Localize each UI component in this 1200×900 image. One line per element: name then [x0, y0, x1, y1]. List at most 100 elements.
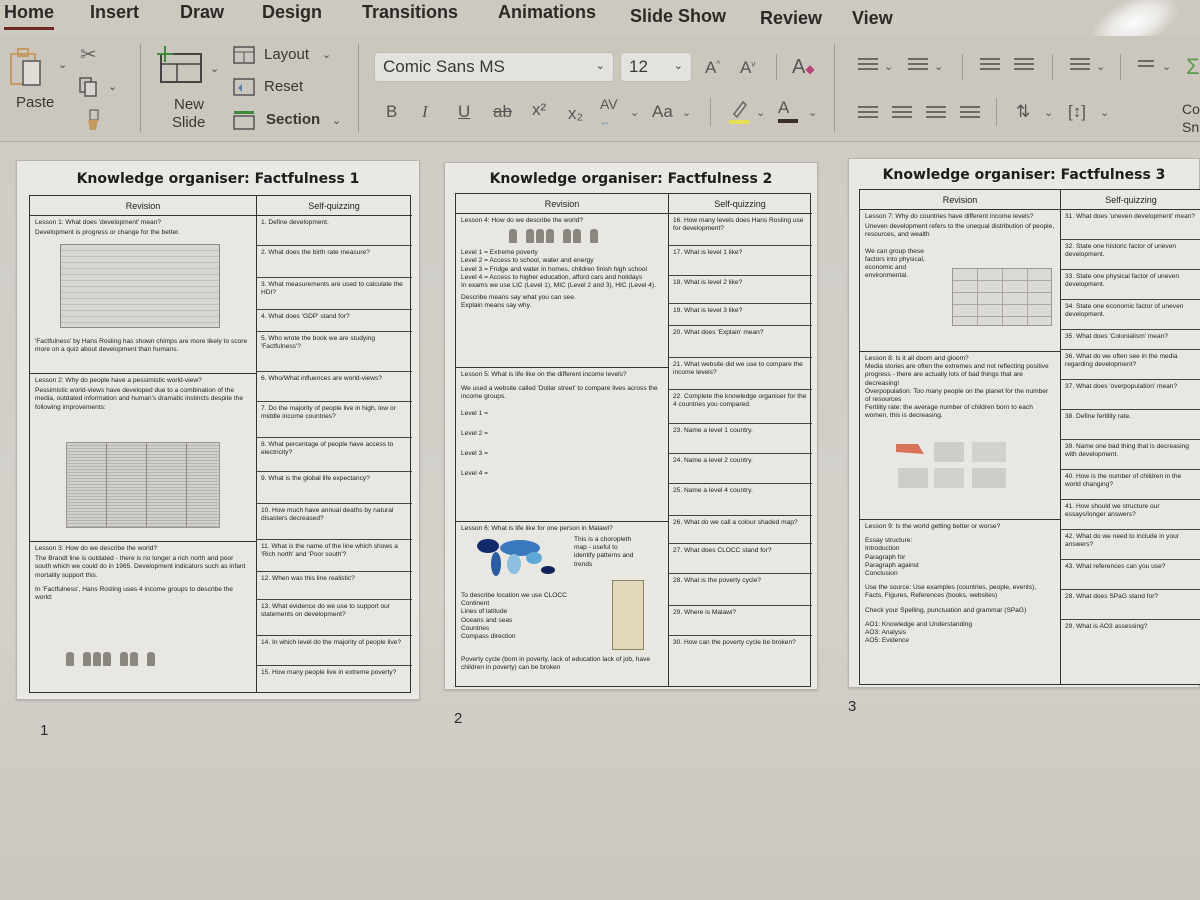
grow-font-icon[interactable]: A^	[705, 58, 720, 78]
quiz-question: 35. What does 'Colonialism' mean?	[1060, 330, 1200, 350]
slide-number-1: 1	[40, 722, 49, 739]
new-slide-dropdown-chevron-icon[interactable]: ⌄	[210, 62, 219, 75]
align-text-icon[interactable]: [↕]	[1068, 102, 1086, 122]
quiz-question: 42. What do we need to include in your a…	[1060, 530, 1200, 560]
decrease-indent-icon[interactable]	[980, 58, 1000, 72]
change-case-button[interactable]: Aa	[652, 102, 673, 122]
underline-button[interactable]: U	[458, 102, 470, 122]
quiz-question: 43. What references can you use?	[1060, 560, 1200, 590]
align-left-icon[interactable]	[858, 106, 878, 120]
new-slide-icon[interactable]	[155, 46, 205, 86]
reset-icon[interactable]	[233, 78, 255, 96]
line-spacing-chevron-icon[interactable]: ⌄	[1096, 60, 1105, 73]
numbering-chevron-icon[interactable]: ⌄	[934, 60, 943, 73]
text-direction-icon[interactable]: ⇅	[1016, 102, 1030, 122]
strikethrough-button[interactable]: ab	[493, 102, 512, 122]
tab-design[interactable]: Design	[262, 2, 322, 23]
tab-slide-show[interactable]: Slide Show	[630, 6, 726, 27]
layout-dropdown-chevron-icon[interactable]: ⌄	[322, 48, 331, 61]
level-3-blank: Level 3 =	[461, 450, 488, 458]
smartart-icon[interactable]: Σ	[1186, 54, 1200, 80]
font-name-dropdown[interactable]: Comic Sans MS ⌄	[374, 52, 614, 82]
quiz-question: 26. What do we call a colour shaded map?	[668, 516, 812, 544]
lesson-text: Pessimistic world-views have developed d…	[35, 387, 243, 411]
section-icon[interactable]	[233, 110, 255, 130]
increase-indent-icon[interactable]	[1014, 58, 1034, 72]
quiz-question: 6. Who/What influences are world-views?	[256, 372, 412, 402]
lesson-text: Use the source: Use examples (countries,…	[865, 584, 1037, 600]
income-groups-figures-image	[509, 229, 663, 244]
superscript-button[interactable]: x²	[532, 100, 546, 120]
lesson-8-cell: Lesson 8: Is it all doom and gloom? Medi…	[860, 352, 1060, 520]
self-quizzing-header: Self-quizzing	[256, 196, 412, 216]
reset-label[interactable]: Reset	[264, 78, 303, 95]
lesson-text: Uneven development refers to the unequal…	[865, 223, 1055, 239]
section-label[interactable]: Section	[266, 111, 320, 128]
revision-header: Revision	[456, 194, 668, 214]
highlight-pen-icon[interactable]	[728, 98, 750, 126]
quiz-question: 9. What is the global life expectancy?	[256, 472, 412, 504]
slide-thumbnail-2[interactable]: Knowledge organiser: Factfulness 2 Revis…	[444, 162, 818, 690]
tab-insert[interactable]: Insert	[90, 2, 139, 23]
slide-thumbnail-1[interactable]: Knowledge organiser: Factfulness 1 Revis…	[16, 160, 420, 700]
malawi-map-image	[612, 580, 644, 650]
quiz-question: 33. State one physical factor of uneven …	[1060, 270, 1200, 300]
character-spacing-button[interactable]: AV ↔	[600, 96, 618, 128]
paste-dropdown-chevron-icon[interactable]: ⌄	[58, 58, 67, 71]
clipboard-icon	[10, 48, 41, 86]
change-case-chevron-icon[interactable]: ⌄	[682, 106, 691, 119]
lesson-heading: Lesson 8: Is it all doom and gloom?	[865, 355, 969, 362]
quiz-question: 41. How should we structure our essays/l…	[1060, 500, 1200, 530]
quiz-question: 15. How many people live in extreme pove…	[261, 669, 397, 676]
layout-icon[interactable]	[233, 46, 255, 64]
align-center-icon[interactable]	[892, 106, 912, 120]
bullets-list-icon[interactable]	[858, 58, 878, 72]
tab-animations[interactable]: Animations	[498, 2, 596, 23]
clear-formatting-icon[interactable]: A◆	[792, 56, 815, 79]
copy-icon[interactable]	[78, 76, 100, 98]
slide-thumbnail-3[interactable]: Knowledge organiser: Factfulness 3 Revis…	[848, 158, 1200, 688]
font-name-chevron-icon: ⌄	[595, 60, 605, 72]
layout-label[interactable]: Layout	[264, 46, 309, 63]
cut-scissors-icon[interactable]: ✂	[80, 42, 97, 67]
section-dropdown-chevron-icon[interactable]: ⌄	[332, 114, 341, 127]
columns-chevron-icon[interactable]: ⌄	[1162, 60, 1171, 73]
lesson-4-cell: Lesson 4: How do we describe the world? …	[456, 214, 668, 368]
lesson-text: AO3: Analysis	[865, 629, 907, 637]
format-painter-brush-icon[interactable]	[82, 108, 104, 132]
character-spacing-chevron-icon[interactable]: ⌄	[630, 106, 639, 119]
align-right-icon[interactable]	[926, 106, 946, 120]
ribbon-separator	[776, 54, 777, 80]
font-size-dropdown[interactable]: 12 ⌄	[620, 52, 692, 82]
tab-view[interactable]: View	[852, 8, 893, 29]
new-slide-label-line2[interactable]: Slide	[172, 114, 205, 131]
lesson-text: We can group these factors into physical…	[865, 247, 925, 280]
bold-button[interactable]: B	[386, 102, 397, 122]
copy-dropdown-chevron-icon[interactable]: ⌄	[108, 80, 117, 93]
text-direction-chevron-icon[interactable]: ⌄	[1044, 106, 1053, 119]
line-spacing-icon[interactable]	[1070, 58, 1090, 72]
font-color-button[interactable]: A	[778, 98, 798, 123]
font-color-chevron-icon[interactable]: ⌄	[808, 106, 817, 119]
numbered-list-icon[interactable]	[908, 58, 928, 72]
italic-button[interactable]: I	[422, 102, 428, 122]
tab-transitions[interactable]: Transitions	[362, 2, 458, 23]
slide-number-2: 2	[454, 710, 463, 727]
paste-button[interactable]	[8, 46, 52, 97]
justify-icon[interactable]	[960, 106, 980, 120]
knowledge-organiser-table: Revision Self-quizzing Lesson 1: What do…	[29, 195, 412, 693]
lesson-text: Fertility rate: the average number of ch…	[865, 404, 1033, 420]
columns-icon[interactable]	[1138, 60, 1154, 74]
tab-review[interactable]: Review	[760, 8, 822, 29]
new-slide-label-line1[interactable]: New	[174, 96, 204, 113]
align-text-chevron-icon[interactable]: ⌄	[1100, 106, 1109, 119]
level-2-blank: Level 2 =	[461, 429, 488, 437]
lesson-heading: Lesson 4: How do we describe the world?	[461, 217, 584, 224]
bullets-chevron-icon[interactable]: ⌄	[884, 60, 893, 73]
shrink-font-icon[interactable]: Av	[740, 58, 755, 78]
convert-to-smartart-button[interactable]: Co Sn	[1182, 100, 1200, 136]
tab-draw[interactable]: Draw	[180, 2, 224, 23]
highlight-chevron-icon[interactable]: ⌄	[756, 106, 765, 119]
subscript-button[interactable]: x₂	[568, 104, 583, 124]
tab-home[interactable]: Home	[4, 2, 55, 30]
